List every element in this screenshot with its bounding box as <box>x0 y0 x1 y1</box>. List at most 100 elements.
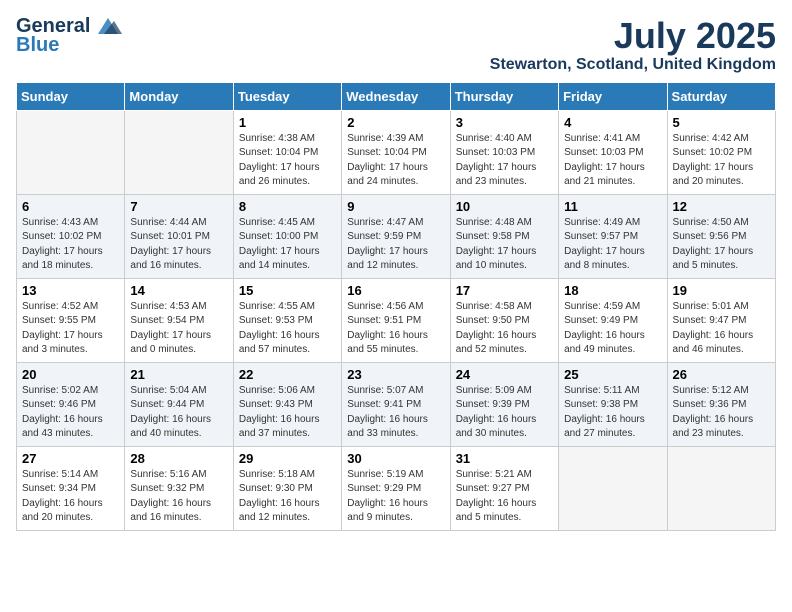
day-number: 7 <box>130 199 227 214</box>
day-number: 17 <box>456 283 553 298</box>
day-number: 9 <box>347 199 444 214</box>
day-info: Sunrise: 5:04 AM Sunset: 9:44 PM Dayligh… <box>130 384 227 442</box>
calendar-cell: 4 Sunrise: 4:41 AM Sunset: 10:03 PM Dayli… <box>559 110 667 194</box>
day-info: Sunrise: 4:53 AM Sunset: 9:54 PM Dayligh… <box>130 300 227 358</box>
calendar-cell: 20 Sunrise: 5:02 AM Sunset: 9:46 PM Dayli… <box>17 362 125 446</box>
day-number: 26 <box>673 367 770 382</box>
day-info: Sunrise: 4:50 AM Sunset: 9:56 PM Dayligh… <box>673 216 770 274</box>
day-info: Sunrise: 4:42 AM Sunset: 10:02 PM Daylig… <box>673 132 770 190</box>
day-info: Sunrise: 5:19 AM Sunset: 9:29 PM Dayligh… <box>347 468 444 526</box>
calendar-cell <box>667 446 775 530</box>
calendar-week-row: 6 Sunrise: 4:43 AM Sunset: 10:02 PM Dayli… <box>17 194 776 278</box>
logo-general: General <box>16 16 90 36</box>
day-number: 30 <box>347 451 444 466</box>
calendar-cell: 8Sunrise: 4:45 AM Sunset: 10:00 PM Dayli… <box>233 194 341 278</box>
day-number: 27 <box>22 451 119 466</box>
day-info: Sunrise: 5:16 AM Sunset: 9:32 PM Dayligh… <box>130 468 227 526</box>
day-number: 18 <box>564 283 661 298</box>
day-number: 10 <box>456 199 553 214</box>
day-info: Sunrise: 5:12 AM Sunset: 9:36 PM Dayligh… <box>673 384 770 442</box>
day-header-row: SundayMondayTuesdayWednesdayThursdayFrid… <box>17 82 776 110</box>
calendar-cell: 22 Sunrise: 5:06 AM Sunset: 9:43 PM Dayli… <box>233 362 341 446</box>
day-of-week-header: Thursday <box>450 82 558 110</box>
day-number: 6 <box>22 199 119 214</box>
calendar-cell: 5Sunrise: 4:42 AM Sunset: 10:02 PM Dayli… <box>667 110 775 194</box>
calendar-cell: 21 Sunrise: 5:04 AM Sunset: 9:44 PM Dayli… <box>125 362 233 446</box>
day-of-week-header: Tuesday <box>233 82 341 110</box>
day-number: 1 <box>239 115 336 130</box>
day-info: Sunrise: 4:52 AM Sunset: 9:55 PM Dayligh… <box>22 300 119 358</box>
calendar-cell <box>17 110 125 194</box>
day-of-week-header: Wednesday <box>342 82 450 110</box>
calendar-cell: 24 Sunrise: 5:09 AM Sunset: 9:39 PM Dayli… <box>450 362 558 446</box>
calendar-cell: 19 Sunrise: 5:01 AM Sunset: 9:47 PM Dayli… <box>667 278 775 362</box>
day-info: Sunrise: 4:48 AM Sunset: 9:58 PM Dayligh… <box>456 216 553 274</box>
calendar-cell: 14 Sunrise: 4:53 AM Sunset: 9:54 PM Dayli… <box>125 278 233 362</box>
day-info: Sunrise: 5:21 AM Sunset: 9:27 PM Dayligh… <box>456 468 553 526</box>
logo-icon <box>94 16 122 36</box>
day-number: 31 <box>456 451 553 466</box>
day-info: Sunrise: 4:56 AM Sunset: 9:51 PM Dayligh… <box>347 300 444 358</box>
calendar-cell: 12 Sunrise: 4:50 AM Sunset: 9:56 PM Dayli… <box>667 194 775 278</box>
day-number: 22 <box>239 367 336 382</box>
logo-blue: Blue <box>16 34 59 57</box>
calendar-cell: 18Sunrise: 4:59 AM Sunset: 9:49 PM Dayli… <box>559 278 667 362</box>
day-of-week-header: Saturday <box>667 82 775 110</box>
month-year-title: July 2025 <box>490 16 776 56</box>
day-info: Sunrise: 4:41 AM Sunset: 10:03 PM Daylig… <box>564 132 661 190</box>
calendar-cell: 26 Sunrise: 5:12 AM Sunset: 9:36 PM Dayli… <box>667 362 775 446</box>
day-number: 12 <box>673 199 770 214</box>
day-number: 21 <box>130 367 227 382</box>
day-number: 14 <box>130 283 227 298</box>
calendar-cell: 25 Sunrise: 5:11 AM Sunset: 9:38 PM Dayli… <box>559 362 667 446</box>
day-info: Sunrise: 5:09 AM Sunset: 9:39 PM Dayligh… <box>456 384 553 442</box>
calendar-cell: 6 Sunrise: 4:43 AM Sunset: 10:02 PM Dayli… <box>17 194 125 278</box>
calendar-week-row: 27 Sunrise: 5:14 AM Sunset: 9:34 PM Dayli… <box>17 446 776 530</box>
day-info: Sunrise: 4:44 AM Sunset: 10:01 PM Daylig… <box>130 216 227 274</box>
calendar-cell: 13 Sunrise: 4:52 AM Sunset: 9:55 PM Dayli… <box>17 278 125 362</box>
calendar-cell: 9Sunrise: 4:47 AM Sunset: 9:59 PM Daylig… <box>342 194 450 278</box>
page-header: General Blue July 2025 Stewarton, Scotla… <box>16 16 776 74</box>
day-number: 23 <box>347 367 444 382</box>
calendar-cell: 1Sunrise: 4:38 AM Sunset: 10:04 PM Dayli… <box>233 110 341 194</box>
day-info: Sunrise: 4:43 AM Sunset: 10:02 PM Daylig… <box>22 216 119 274</box>
day-number: 4 <box>564 115 661 130</box>
calendar-table: SundayMondayTuesdayWednesdayThursdayFrid… <box>16 82 776 531</box>
calendar-cell: 30 Sunrise: 5:19 AM Sunset: 9:29 PM Dayli… <box>342 446 450 530</box>
calendar-cell: 16 Sunrise: 4:56 AM Sunset: 9:51 PM Dayli… <box>342 278 450 362</box>
day-info: Sunrise: 4:45 AM Sunset: 10:00 PM Daylig… <box>239 216 336 274</box>
calendar-cell: 10 Sunrise: 4:48 AM Sunset: 9:58 PM Dayli… <box>450 194 558 278</box>
day-number: 11 <box>564 199 661 214</box>
day-number: 24 <box>456 367 553 382</box>
location-subtitle: Stewarton, Scotland, United Kingdom <box>490 56 776 74</box>
calendar-body: 1Sunrise: 4:38 AM Sunset: 10:04 PM Dayli… <box>17 110 776 530</box>
day-info: Sunrise: 4:55 AM Sunset: 9:53 PM Dayligh… <box>239 300 336 358</box>
calendar-cell: 2Sunrise: 4:39 AM Sunset: 10:04 PM Dayli… <box>342 110 450 194</box>
calendar-cell <box>125 110 233 194</box>
day-number: 19 <box>673 283 770 298</box>
day-info: Sunrise: 4:58 AM Sunset: 9:50 PM Dayligh… <box>456 300 553 358</box>
day-number: 3 <box>456 115 553 130</box>
day-info: Sunrise: 5:11 AM Sunset: 9:38 PM Dayligh… <box>564 384 661 442</box>
calendar-cell: 27 Sunrise: 5:14 AM Sunset: 9:34 PM Dayli… <box>17 446 125 530</box>
day-info: Sunrise: 4:39 AM Sunset: 10:04 PM Daylig… <box>347 132 444 190</box>
day-number: 13 <box>22 283 119 298</box>
day-info: Sunrise: 5:01 AM Sunset: 9:47 PM Dayligh… <box>673 300 770 358</box>
calendar-header: SundayMondayTuesdayWednesdayThursdayFrid… <box>17 82 776 110</box>
day-of-week-header: Sunday <box>17 82 125 110</box>
calendar-week-row: 13 Sunrise: 4:52 AM Sunset: 9:55 PM Dayli… <box>17 278 776 362</box>
day-info: Sunrise: 5:14 AM Sunset: 9:34 PM Dayligh… <box>22 468 119 526</box>
day-number: 20 <box>22 367 119 382</box>
day-info: Sunrise: 5:18 AM Sunset: 9:30 PM Dayligh… <box>239 468 336 526</box>
title-block: July 2025 Stewarton, Scotland, United Ki… <box>490 16 776 74</box>
day-number: 25 <box>564 367 661 382</box>
day-number: 28 <box>130 451 227 466</box>
calendar-cell: 15 Sunrise: 4:55 AM Sunset: 9:53 PM Dayli… <box>233 278 341 362</box>
calendar-cell <box>559 446 667 530</box>
calendar-cell: 28 Sunrise: 5:16 AM Sunset: 9:32 PM Dayli… <box>125 446 233 530</box>
logo: General Blue <box>16 16 122 57</box>
day-number: 15 <box>239 283 336 298</box>
day-info: Sunrise: 5:06 AM Sunset: 9:43 PM Dayligh… <box>239 384 336 442</box>
day-number: 16 <box>347 283 444 298</box>
day-info: Sunrise: 5:02 AM Sunset: 9:46 PM Dayligh… <box>22 384 119 442</box>
